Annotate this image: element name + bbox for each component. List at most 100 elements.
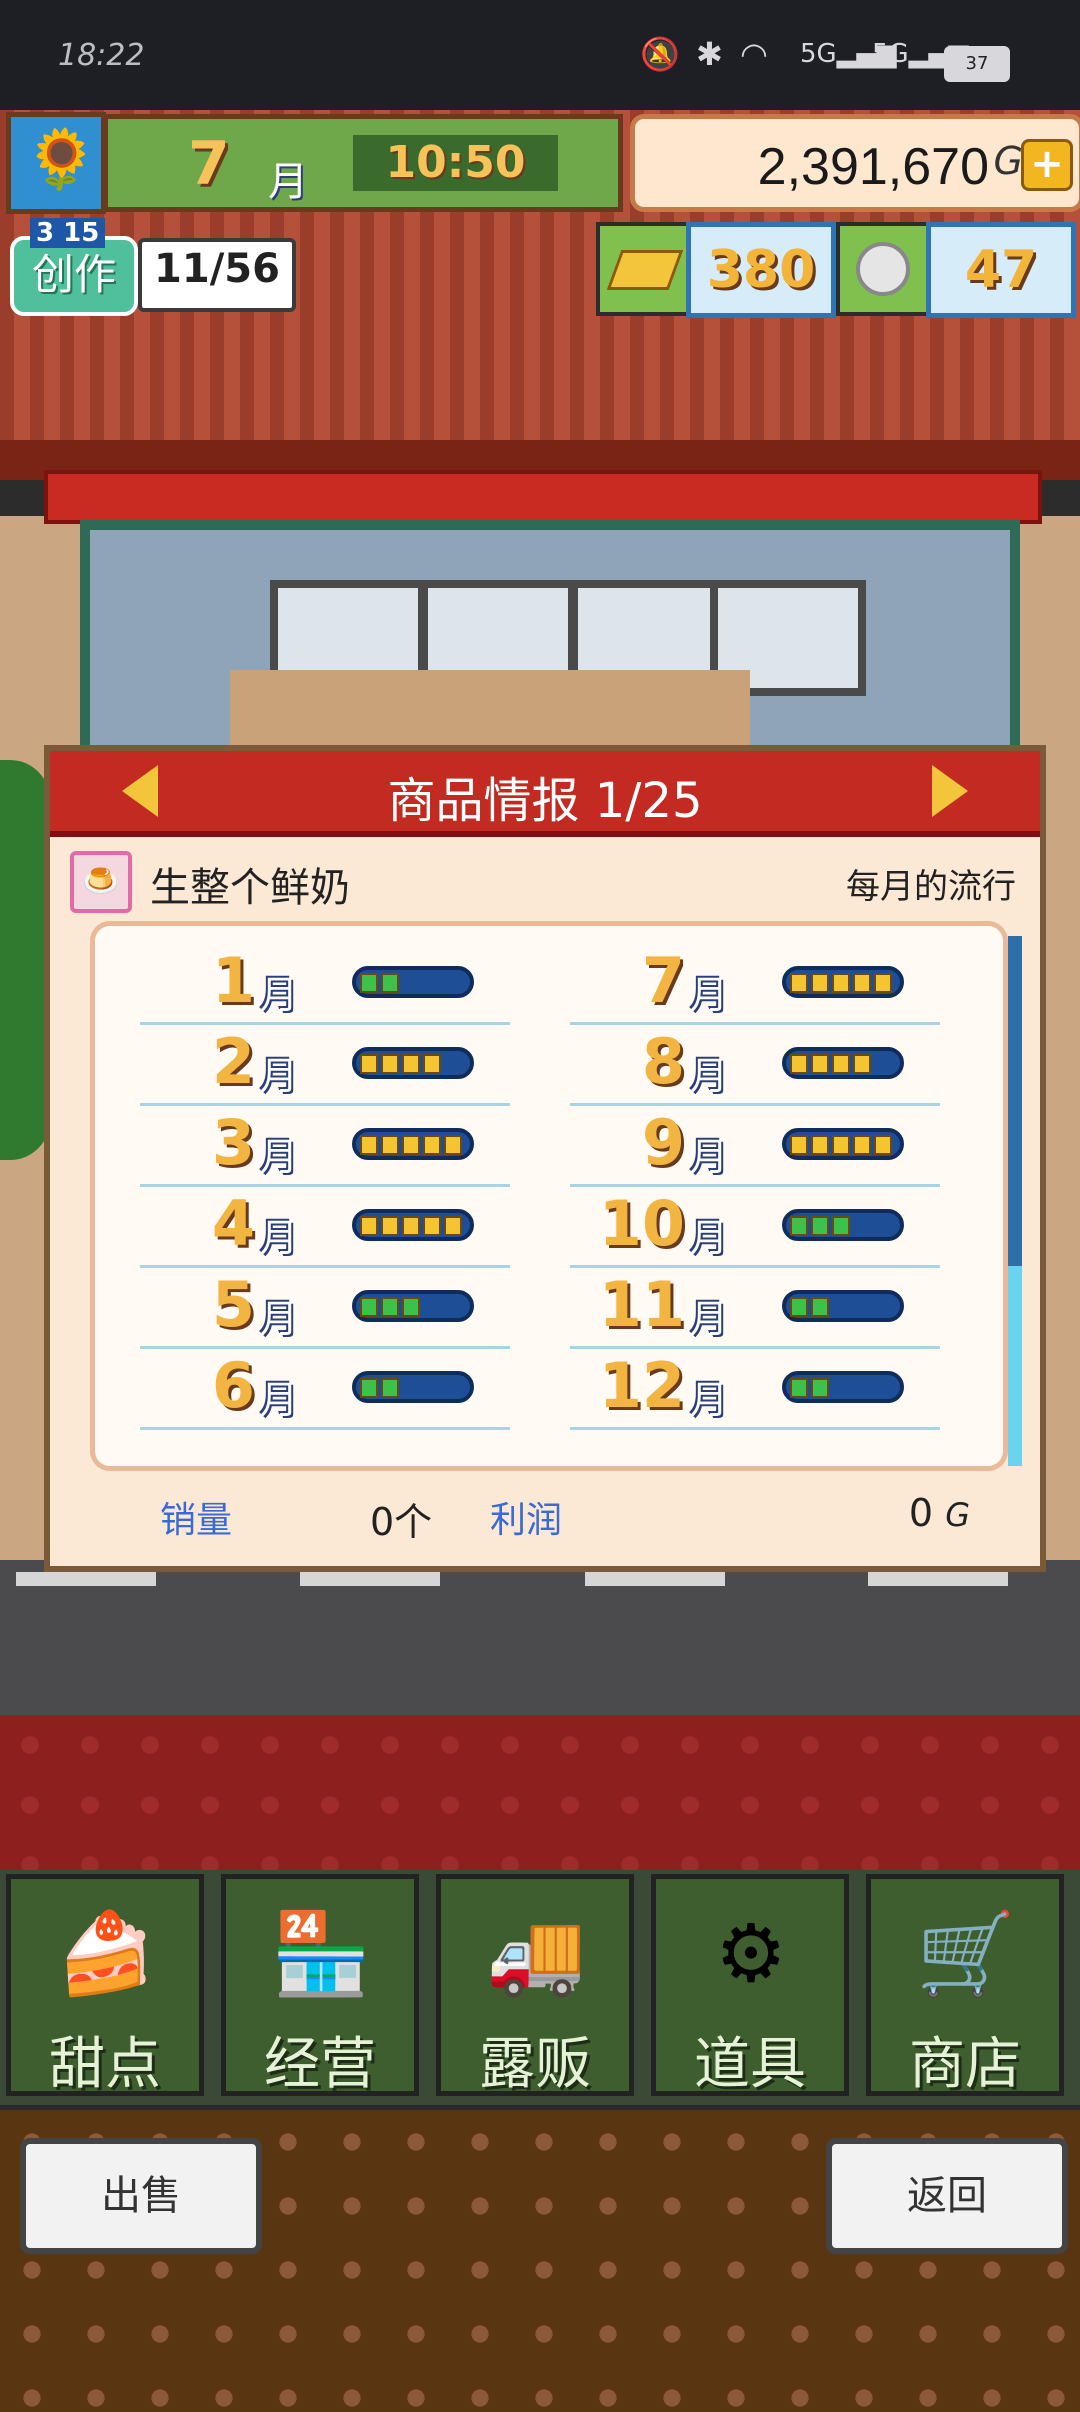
bottom-menu: 🍰 甜点 🏪 经营 🚚 露贩 ⚙ 道具 🛒 商店 <box>0 1870 1080 2105</box>
menu-label: 露贩 <box>479 2032 591 2097</box>
next-arrow-icon[interactable] <box>932 765 968 817</box>
monthly-trend-grid: 1 月 2 月 3 月 4 月 5 月 6 月 7 月 8 月 9 月 10 月 11 月 12 月 <box>90 921 1008 1471</box>
bar-segment <box>381 1054 399 1074</box>
bar-segment <box>874 1135 892 1155</box>
bar-segment <box>381 1297 399 1317</box>
month-number: 5 <box>211 1268 255 1341</box>
menu-label: 经营 <box>264 2032 376 2097</box>
bar-segment <box>381 1135 399 1155</box>
month-number: 7 <box>641 944 685 1017</box>
bar-segment <box>360 973 378 993</box>
bar-segment <box>832 1054 850 1074</box>
popularity-bar <box>352 1047 474 1079</box>
popularity-bar <box>782 1047 904 1079</box>
gold-count: 380 <box>686 222 836 318</box>
bar-segment <box>360 1135 378 1155</box>
month-number: 1 <box>211 944 255 1017</box>
sales-value: 0个 <box>370 1500 433 1544</box>
month-trend-row: 3月 <box>140 1106 510 1187</box>
month-trend-row: 2月 <box>140 1025 510 1106</box>
month-unit: 月 <box>260 1297 299 1341</box>
gear-bag-icon: ⚙ <box>715 1907 787 2000</box>
month-number: 9 <box>641 1106 685 1179</box>
month-number: 4 <box>211 1187 255 1260</box>
bar-segment <box>811 1216 829 1236</box>
tree <box>0 760 50 1160</box>
popularity-bar <box>782 1290 904 1322</box>
bar-segment <box>832 973 850 993</box>
bluetooth-icon: ✱ <box>696 35 723 73</box>
cake-icon: 🍰 <box>56 1907 156 2000</box>
create-panel[interactable]: 创作 3 15 11/56 <box>10 218 296 316</box>
product-icon: 🍮 <box>70 851 132 913</box>
medal-count: 47 <box>926 222 1076 318</box>
lane-mark <box>868 1572 1008 1586</box>
menu-button-4[interactable]: 🛒 商店 <box>866 1874 1064 2097</box>
menu-button-3[interactable]: ⚙ 道具 <box>651 1874 849 2097</box>
bar-segment <box>790 1054 808 1074</box>
month-unit: 月 <box>260 1135 299 1179</box>
bar-segment <box>853 1135 871 1155</box>
money-panel: 2,391,670 G + <box>630 114 1080 212</box>
month-unit: 月 <box>260 1216 299 1260</box>
product-info-dialog: 商品情报 1/25 🍮 生整个鲜奶 每月的流行 1月2月3月4月5月6月7月8月… <box>44 745 1046 1572</box>
bar-segment <box>832 1216 850 1236</box>
medal-icon <box>836 222 930 316</box>
bar-segment <box>874 973 892 993</box>
popularity-bar <box>782 1371 904 1403</box>
menu-button-0[interactable]: 🍰 甜点 <box>6 1874 204 2097</box>
scrollbar-thumb[interactable] <box>1008 1266 1022 1466</box>
bar-segment <box>381 1216 399 1236</box>
sales-label: 销量 <box>160 1500 233 1541</box>
sell-button[interactable]: 出售 <box>20 2138 262 2254</box>
bar-segment <box>423 1216 441 1236</box>
month-unit: 月 <box>260 1378 299 1422</box>
lane-mark <box>16 1572 156 1586</box>
menu-button-2[interactable]: 🚚 露贩 <box>436 1874 634 2097</box>
bar-segment <box>402 1054 420 1074</box>
popularity-bar <box>352 1290 474 1322</box>
shop-building-icon: 🏪 <box>271 1907 371 2000</box>
dialog-header: 商品情报 1/25 <box>50 751 1040 837</box>
bar-segment <box>444 1216 462 1236</box>
bar-segment <box>790 1297 808 1317</box>
month-unit: 月 <box>690 1135 729 1179</box>
money-value: 2,391,670 <box>757 138 989 196</box>
back-button[interactable]: 返回 <box>826 2138 1068 2254</box>
scrollbar[interactable] <box>1008 936 1022 1466</box>
bar-segment <box>402 1135 420 1155</box>
bar-segment <box>360 1216 378 1236</box>
month-number: 2 <box>211 1025 255 1098</box>
product-name: 生整个鲜奶 <box>150 865 350 911</box>
profit-label: 利润 <box>490 1500 563 1541</box>
menu-button-1[interactable]: 🏪 经营 <box>221 1874 419 2097</box>
bar-segment <box>444 1135 462 1155</box>
menu-label: 道具 <box>694 2032 806 2097</box>
bar-segment <box>360 1378 378 1398</box>
bar-segment <box>402 1216 420 1236</box>
bar-segment <box>811 1378 829 1398</box>
menu-label: 商店 <box>909 2032 1021 2097</box>
popularity-bar <box>782 1209 904 1241</box>
menu-label: 甜点 <box>49 2032 161 2097</box>
month-number: 12 <box>598 1349 685 1422</box>
month-unit: 月 <box>690 1054 729 1098</box>
add-money-button[interactable]: + <box>1021 139 1073 191</box>
bar-segment <box>360 1054 378 1074</box>
bar-segment <box>423 1054 441 1074</box>
month-unit: 月 <box>268 159 308 205</box>
create-progress: 11/56 <box>138 238 296 312</box>
awning <box>44 470 1042 524</box>
month-trend-row: 8月 <box>570 1025 940 1106</box>
bar-segment <box>811 1297 829 1317</box>
bar-segment <box>402 1297 420 1317</box>
create-level: 3 15 <box>30 218 106 248</box>
month-trend-row: 1月 <box>140 944 510 1025</box>
game-clock: 10:50 <box>353 135 558 191</box>
bar-segment <box>790 1216 808 1236</box>
month-trend-row: 10 月 <box>570 1187 940 1268</box>
popularity-bar <box>352 966 474 998</box>
month-unit: 月 <box>690 1216 729 1260</box>
month-unit: 月 <box>260 1054 299 1098</box>
season-sunflower-icon[interactable]: 🌻 <box>6 112 106 214</box>
